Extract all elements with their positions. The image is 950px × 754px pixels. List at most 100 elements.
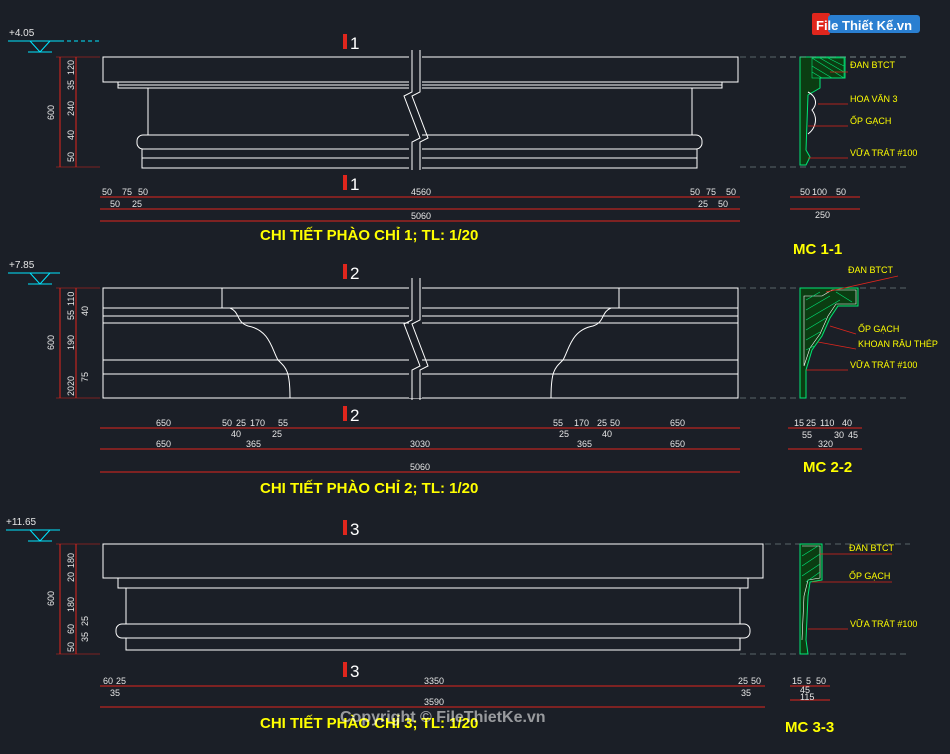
- svg-text:HOA VĂN 3: HOA VĂN 3: [850, 94, 898, 104]
- svg-text:25: 25: [236, 418, 246, 428]
- svg-text:40: 40: [66, 130, 76, 140]
- section-mc-1-1: ĐAN BTCT HOA VĂN 3 ỐP GẠCH VỮA TRÁT #100…: [780, 56, 917, 258]
- svg-text:40: 40: [80, 306, 90, 316]
- vertical-dimension-3: 600 180 20 180 25 60 35 50: [46, 543, 100, 655]
- svg-text:170: 170: [574, 418, 589, 428]
- svg-text:VỮA TRÁT #100: VỮA TRÁT #100: [850, 148, 917, 158]
- break-line-1: [403, 50, 429, 170]
- svg-text:25: 25: [80, 616, 90, 626]
- svg-text:50: 50: [690, 187, 700, 197]
- copyright-watermark: Copyright © FileThietKe.vn: [340, 709, 546, 726]
- svg-text:ĐAN BTCT: ĐAN BTCT: [850, 60, 896, 70]
- svg-text:30: 30: [834, 430, 844, 440]
- svg-text:3590: 3590: [424, 697, 444, 707]
- svg-text:VỮA TRÁT #100: VỮA TRÁT #100: [850, 619, 917, 629]
- section-mc-2-2: ĐAN BTCT ỐP GẠCH KHOAN RÂU THÉP VỮA TRÁT…: [788, 265, 938, 476]
- vertical-dimension-1: 600 120 35 240 40 50: [46, 56, 100, 168]
- svg-text:25: 25: [806, 418, 816, 428]
- elevation-marker-3: +11.65: [6, 517, 60, 542]
- svg-text:+7.85: +7.85: [9, 260, 35, 271]
- vertical-dimension-2: 600 110 55 40 190 75 20 20: [46, 287, 100, 399]
- svg-text:20: 20: [66, 386, 76, 396]
- svg-text:50: 50: [718, 199, 728, 209]
- dimension-overall-1: 5060: [100, 211, 740, 222]
- dimension-row-1-2: 50 25 25 50: [100, 199, 740, 210]
- svg-text:650: 650: [156, 418, 171, 428]
- detail-1: +4.05 1 1 600 120 35 240 40 50 50 75 50 …: [8, 28, 917, 258]
- svg-text:35: 35: [66, 80, 76, 90]
- svg-text:120: 120: [66, 60, 76, 75]
- svg-text:50: 50: [66, 152, 76, 162]
- svg-text:45: 45: [848, 430, 858, 440]
- svg-text:50: 50: [816, 676, 826, 686]
- svg-text:2: 2: [350, 406, 359, 425]
- svg-text:180: 180: [66, 597, 76, 612]
- cornice-3-elevation: [102, 543, 764, 651]
- svg-text:365: 365: [577, 439, 592, 449]
- break-line-2: [403, 278, 429, 400]
- svg-text:650: 650: [670, 439, 685, 449]
- svg-text:180: 180: [66, 553, 76, 568]
- svg-text:55: 55: [802, 430, 812, 440]
- section-mc-3-3: ĐAN BTCT ỐP GẠCH VỮA TRÁT #100 15 5 50 4…: [785, 543, 917, 736]
- svg-text:5060: 5060: [410, 462, 430, 472]
- svg-text:75: 75: [122, 187, 132, 197]
- detail-title-1: CHI TIẾT PHÀO CHỈ 1; TL: 1/20: [260, 227, 478, 244]
- svg-text:50: 50: [610, 418, 620, 428]
- section-mark-2-top: 2: [343, 264, 359, 283]
- svg-text:20: 20: [66, 572, 76, 582]
- svg-text:15: 15: [794, 418, 804, 428]
- dimension-row-1-1: 50 75 50 4560 50 75 50: [100, 187, 740, 198]
- svg-text:600: 600: [46, 591, 56, 606]
- svg-text:240: 240: [66, 101, 76, 116]
- svg-text:25: 25: [116, 676, 126, 686]
- detail-3: +11.65 3 3 600 180 20 180 25 60 35 50 60…: [6, 517, 917, 736]
- svg-text:650: 650: [156, 439, 171, 449]
- detail-title-2: CHI TIẾT PHÀO CHỈ 2; TL: 1/20: [260, 480, 478, 497]
- svg-text:ỐP GẠCH: ỐP GẠCH: [849, 570, 890, 581]
- cad-drawing-canvas: File Thiết Kế.vn +4.05 1 1 600 120 35 24…: [0, 0, 950, 754]
- svg-text:75: 75: [80, 372, 90, 382]
- svg-text:50: 50: [102, 187, 112, 197]
- svg-text:50: 50: [751, 676, 761, 686]
- svg-text:50: 50: [110, 199, 120, 209]
- section-mark-2-bottom: 2: [343, 406, 359, 425]
- dimension-row-3-1: 60 25 35 3350 25 50 35: [100, 676, 765, 698]
- svg-text:KHOAN RÂU THÉP: KHOAN RÂU THÉP: [858, 339, 938, 349]
- svg-text:50: 50: [138, 187, 148, 197]
- svg-text:25: 25: [272, 429, 282, 439]
- dimension-overall-3: 3590: [100, 697, 765, 708]
- svg-text:25: 25: [597, 418, 607, 428]
- svg-text:1: 1: [350, 175, 359, 194]
- svg-text:50: 50: [836, 187, 846, 197]
- svg-text:250: 250: [815, 210, 830, 220]
- mc-title-3: MC 3-3: [785, 719, 834, 736]
- svg-text:20: 20: [66, 376, 76, 386]
- svg-text:55: 55: [553, 418, 563, 428]
- dimension-row-2-1: 650 50 25 170 55 40 55 170 25 50 650 40: [100, 418, 740, 439]
- svg-text:60: 60: [103, 676, 113, 686]
- svg-text:55: 55: [66, 310, 76, 320]
- mc-title-2: MC 2-2: [803, 459, 852, 476]
- svg-text:3: 3: [350, 520, 359, 539]
- svg-text:25: 25: [132, 199, 142, 209]
- logo-text: File Thiết Kế.vn: [816, 18, 912, 33]
- section-mark-1-top: 1: [343, 34, 359, 53]
- dimension-overall-2: 5060: [100, 462, 740, 473]
- svg-text:100: 100: [812, 187, 827, 197]
- svg-text:4560: 4560: [411, 187, 431, 197]
- detail-2: +7.85 2 2 600 110 55 40 190 75 20 20 650…: [8, 260, 938, 497]
- svg-text:365: 365: [246, 439, 261, 449]
- svg-text:60: 60: [66, 624, 76, 634]
- svg-text:VỮA TRÁT #100: VỮA TRÁT #100: [850, 360, 917, 370]
- svg-text:55: 55: [278, 418, 288, 428]
- svg-text:110: 110: [66, 292, 76, 306]
- svg-text:40: 40: [231, 429, 241, 439]
- svg-text:3350: 3350: [424, 676, 444, 686]
- svg-text:+4.05: +4.05: [9, 28, 35, 39]
- svg-text:600: 600: [46, 105, 56, 120]
- svg-text:50: 50: [222, 418, 232, 428]
- svg-text:170: 170: [250, 418, 265, 428]
- svg-text:75: 75: [706, 187, 716, 197]
- svg-text:5060: 5060: [411, 211, 431, 221]
